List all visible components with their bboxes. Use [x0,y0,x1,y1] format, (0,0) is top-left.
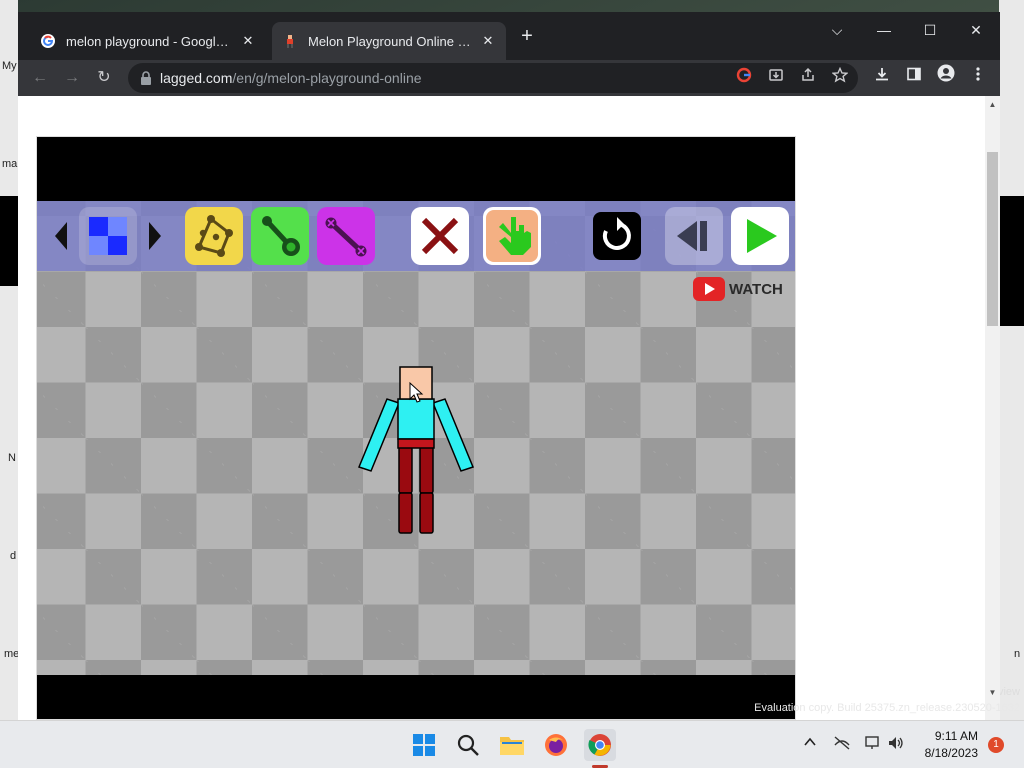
google-icon [41,34,55,48]
side-panel-icon[interactable] [900,64,928,92]
tab-search-button[interactable]: ⌵ [814,16,860,44]
pelvis[interactable] [397,438,435,449]
maximize-button[interactable]: ☐ [907,16,953,44]
tab-melon-playground[interactable]: Melon Playground Online - Play Free Onli… [272,22,506,60]
file-explorer-button[interactable] [496,729,528,761]
game-canvas[interactable]: WATCH [36,136,796,720]
left-upper-arm[interactable] [358,398,400,472]
back-button[interactable]: ← [26,64,54,92]
right-thigh[interactable] [419,446,434,494]
right-shin[interactable] [419,492,434,534]
background-window-fragment [0,196,18,286]
page-scrollbar[interactable]: ▲ ▼ [985,96,1000,720]
show-hidden-icons-chevron-icon[interactable] [800,735,820,755]
chrome-window: melon playground - Google Search ✕ Melon… [18,12,1000,720]
windows-logo-icon [413,734,435,756]
game-bottom-letterbox [37,675,795,719]
tab-title: Melon Playground Online - Play Free Onli… [308,33,474,49]
left-thigh[interactable] [398,446,413,494]
browser-toolbar: ← → ↻ lagged.com/en/g/melon-playground-o… [18,60,1000,96]
close-window-button[interactable]: ✕ [953,16,999,44]
install-app-icon[interactable] [762,64,790,92]
network-monitor-icon[interactable] [863,735,883,755]
game-favicon-icon [287,35,293,48]
torso[interactable] [397,398,435,440]
tab-title: melon playground - Google Search [66,33,234,49]
start-button[interactable] [408,729,440,761]
close-icon[interactable]: ✕ [480,33,496,49]
search-icon [457,734,479,756]
tab-strip: melon playground - Google Search ✕ Melon… [18,12,1000,60]
ragdoll-character[interactable] [37,137,796,720]
right-upper-arm[interactable] [432,398,474,472]
close-icon[interactable]: ✕ [240,33,256,49]
desktop-window-right-edge [999,0,1024,720]
chrome-taskbar-button[interactable] [584,729,616,761]
url-host: lagged.com [160,70,233,86]
chrome-icon [588,734,611,756]
desktop-label: me [4,648,20,660]
desktop-label: d [10,550,17,562]
firefox-icon [545,734,567,756]
desktop-label: My [2,60,17,72]
tab-google-search[interactable]: melon playground - Google Search ✕ [30,22,266,60]
desktop-label: n [1014,648,1021,660]
system-clock[interactable]: 9:11 AM 8/18/2023 [925,728,978,762]
bookmark-star-icon[interactable] [826,64,854,92]
scrollbar-thumb[interactable] [987,152,998,326]
desktop-label: ma [2,158,18,170]
clock-date: 8/18/2023 [924,746,978,760]
page-content: WATCH ▲ ▼ [18,96,1000,720]
windows-taskbar: 9:11 AM 8/18/2023 1 [0,720,1024,768]
menu-kebab-icon[interactable] [964,64,992,92]
address-bar[interactable]: lagged.com/en/g/melon-playground-online [128,63,858,93]
google-lens-icon[interactable] [730,64,758,92]
reload-button[interactable]: ↻ [90,64,118,92]
desktop-label: view [997,686,1020,698]
firefox-button[interactable] [540,729,572,761]
network-disconnected-icon[interactable] [832,735,852,755]
left-shin[interactable] [398,492,413,534]
volume-icon[interactable] [886,735,906,755]
scroll-up-arrow-icon[interactable]: ▲ [985,98,1000,112]
url-path: /en/g/melon-playground-online [232,70,422,86]
new-tab-button[interactable]: + [516,26,538,48]
clock-time: 9:11 AM [934,729,978,743]
evaluation-watermark: Evaluation copy. Build 25375.zn_release.… [754,702,1020,714]
forward-button[interactable]: → [58,64,86,92]
search-button[interactable] [452,729,484,761]
profile-avatar-icon[interactable] [932,64,960,92]
url-text: lagged.com/en/g/melon-playground-online [160,70,422,86]
desktop-window-left-edge [0,0,18,720]
scroll-down-arrow-icon[interactable]: ▼ [985,686,1000,700]
downloads-icon[interactable] [868,64,896,92]
folder-icon [500,737,524,755]
background-window-fragment [1000,196,1024,326]
lock-icon [141,71,151,85]
minimize-button[interactable]: — [861,16,907,44]
notification-badge[interactable]: 1 [988,737,1004,753]
desktop-label: N [8,452,16,464]
share-icon[interactable] [794,64,822,92]
